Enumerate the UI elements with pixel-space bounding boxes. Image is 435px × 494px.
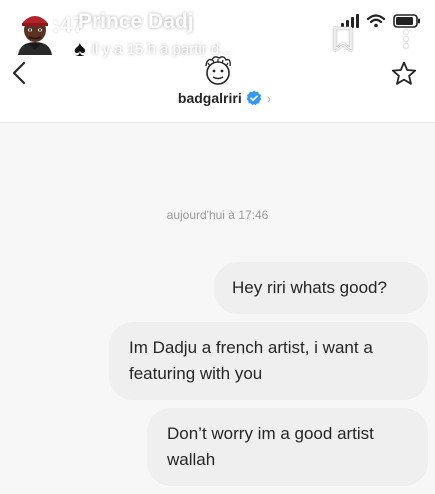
message-timestamp: aujourd'hui à 17:46 xyxy=(166,208,269,222)
message-text: Im Dadju a french artist, i want a featu… xyxy=(129,338,373,383)
bookmark-icon[interactable] xyxy=(332,26,354,52)
spade-icon: ♠ xyxy=(74,36,86,61)
message-bubble[interactable]: Hey riri whats good? xyxy=(214,262,428,314)
conversation-header: :47 Prince Dadj ♠ il y a 15 h à partir d… xyxy=(0,0,435,123)
message-bubble[interactable]: Im Dadju a french artist, i want a featu… xyxy=(109,322,428,400)
profile-avatar[interactable] xyxy=(199,54,237,88)
story-bitmoji-avatar[interactable] xyxy=(14,8,56,56)
message-text: Hey riri whats good? xyxy=(232,278,387,297)
more-icon[interactable] xyxy=(404,30,408,48)
wifi-icon xyxy=(367,14,385,28)
username-row[interactable]: badgalriri › xyxy=(0,90,435,106)
verified-icon xyxy=(246,90,262,106)
story-author-name[interactable]: Prince Dadj xyxy=(78,10,194,34)
battery-icon xyxy=(393,14,421,28)
star-icon[interactable] xyxy=(390,60,418,88)
message-text: Don’t worry im a good artist wallah xyxy=(167,424,374,469)
chevron-right-icon: › xyxy=(266,90,272,106)
username[interactable]: badgalriri xyxy=(164,90,242,106)
back-icon[interactable] xyxy=(8,58,32,88)
message-bubble[interactable]: Don’t worry im a good artist wallah xyxy=(147,408,428,486)
